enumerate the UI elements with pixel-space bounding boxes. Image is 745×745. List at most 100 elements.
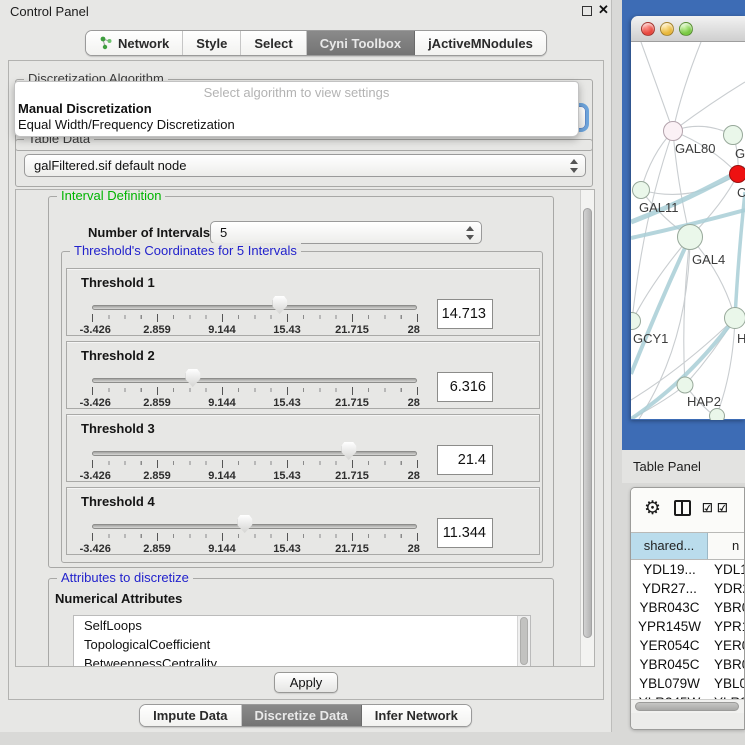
table-toolbar: ⚙ ☑ ☑ xyxy=(631,488,744,532)
attributes-group: Attributes to discretize Numerical Attri… xyxy=(48,578,554,667)
list-item[interactable]: BetweennessCentrality xyxy=(74,654,530,667)
network-icon xyxy=(99,36,113,50)
cell-shared-name[interactable]: YPR145W xyxy=(631,617,708,636)
numerical-attributes-list[interactable]: SelfLoops TopologicalCoefficient Between… xyxy=(73,615,531,667)
threshold-1-value-field[interactable]: 14.713 xyxy=(437,299,493,329)
float-window-icon[interactable] xyxy=(582,6,592,16)
table-footer xyxy=(631,713,744,729)
node-hap2[interactable] xyxy=(677,377,694,394)
cell-shared-name[interactable]: YBR043C xyxy=(631,598,708,617)
settings-scrollbar-thumb[interactable] xyxy=(583,208,592,638)
node-gal80[interactable] xyxy=(663,121,683,141)
tab-impute-data[interactable]: Impute Data xyxy=(140,705,241,726)
slider-track[interactable] xyxy=(92,451,417,456)
table-data-value: galFiltered.sif default node xyxy=(34,158,186,173)
tick-label: 28 xyxy=(408,397,420,409)
node-right-top[interactable] xyxy=(723,125,743,145)
network-canvas[interactable]: GAL80 G. GAL11 C GAL4 GCY1 H HAP2 xyxy=(631,42,745,419)
slider-track[interactable] xyxy=(92,524,417,529)
threshold-4-slider[interactable]: -3.426 2.859 9.144 15.43 21.715 28 xyxy=(92,518,417,556)
cell-name[interactable]: YBR0 xyxy=(708,598,744,617)
tab-jactivemnodules[interactable]: jActiveMNodules xyxy=(415,31,546,55)
popup-option-manual-discretization[interactable]: Manual Discretization xyxy=(15,100,578,116)
cell-name[interactable]: YPR1 xyxy=(708,617,744,636)
slider-track[interactable] xyxy=(92,305,417,310)
cell-name[interactable]: YDR2 xyxy=(708,579,744,598)
node-bottom[interactable] xyxy=(709,408,725,420)
slider-thumb[interactable] xyxy=(237,515,252,533)
columns-icon[interactable] xyxy=(674,500,691,516)
tab-label: Discretize Data xyxy=(255,708,348,723)
table-row[interactable]: YBR045C YBR0 xyxy=(631,655,744,674)
number-of-intervals-combobox[interactable]: 5 xyxy=(210,221,482,244)
tab-style[interactable]: Style xyxy=(183,31,241,55)
slider-track[interactable] xyxy=(92,378,417,383)
checkbox-icon[interactable]: ☑ xyxy=(717,501,728,515)
zoom-traffic-light-icon[interactable] xyxy=(679,22,693,36)
cell-shared-name[interactable]: YBL079W xyxy=(631,674,708,693)
cell-name[interactable]: YBL0 xyxy=(708,674,744,693)
slider-thumb[interactable] xyxy=(341,442,356,460)
control-panel: Control Panel ✕ Network Style Select C xyxy=(0,0,612,732)
network-window-titlebar[interactable] xyxy=(631,16,745,42)
table-row[interactable]: YDR27... YDR2 xyxy=(631,579,744,598)
settings-vertical-scrollbar[interactable] xyxy=(580,190,594,666)
table-data-combobox[interactable]: galFiltered.sif default node xyxy=(24,154,586,177)
cell-shared-name[interactable]: YBR045C xyxy=(631,655,708,674)
table-panel-title: Table Panel xyxy=(633,459,701,474)
threshold-panel-2: Threshold 2 -3.426 2.859 9.144 15.43 xyxy=(66,341,540,409)
minimize-traffic-light-icon[interactable] xyxy=(660,22,674,36)
cell-shared-name[interactable]: YER054C xyxy=(631,636,708,655)
cell-shared-name[interactable]: YDR27... xyxy=(631,579,708,598)
slider-major-ticks xyxy=(92,533,418,541)
tab-infer-network[interactable]: Infer Network xyxy=(362,705,471,726)
table-row[interactable]: YPR145W YPR1 xyxy=(631,617,744,636)
cyni-toolbox-panel: Discretization Algorithm Select algorith… xyxy=(8,60,604,700)
tab-network[interactable]: Network xyxy=(86,31,183,55)
list-scrollbar[interactable] xyxy=(517,616,530,667)
numerical-attributes-label: Numerical Attributes xyxy=(55,591,182,606)
gear-icon[interactable]: ⚙ xyxy=(644,497,661,520)
slider-tick-labels: -3.426 2.859 9.144 15.43 21.715 28 xyxy=(92,397,417,410)
list-scrollbar-thumb[interactable] xyxy=(520,617,528,665)
tab-label: Impute Data xyxy=(153,708,227,723)
slider-thumb[interactable] xyxy=(272,296,287,314)
node-h[interactable] xyxy=(724,307,745,329)
table-panel-titlebar: Table Panel xyxy=(622,450,745,483)
tab-select[interactable]: Select xyxy=(241,31,306,55)
table-horizontal-scrollbar[interactable] xyxy=(631,699,744,713)
threshold-1-slider[interactable]: -3.426 2.859 9.144 15.43 21.715 28 xyxy=(92,299,417,337)
table-row[interactable]: YER054C YER0 xyxy=(631,636,744,655)
list-item[interactable]: TopologicalCoefficient xyxy=(74,635,530,654)
table-row[interactable]: YDL19... YDL1 xyxy=(631,560,744,579)
cell-name[interactable]: YBR0 xyxy=(708,655,744,674)
tab-cyni-toolbox[interactable]: Cyni Toolbox xyxy=(307,31,415,55)
node-gal4[interactable] xyxy=(677,224,703,250)
column-header-shared-name[interactable]: shared... xyxy=(631,533,708,559)
close-traffic-light-icon[interactable] xyxy=(641,22,655,36)
apply-button[interactable]: Apply xyxy=(274,672,338,693)
threshold-4-value-field[interactable]: 11.344 xyxy=(437,518,493,548)
close-icon[interactable]: ✕ xyxy=(598,2,609,18)
popup-option-equal-width[interactable]: Equal Width/Frequency Discretization xyxy=(15,116,578,132)
slider-tick-labels: -3.426 2.859 9.144 15.43 21.715 28 xyxy=(92,543,417,556)
node-selected-red[interactable] xyxy=(729,165,745,183)
node-gal11[interactable] xyxy=(632,181,650,199)
table-row[interactable]: YBL079W YBL0 xyxy=(631,674,744,693)
cell-shared-name[interactable]: YDL19... xyxy=(631,560,708,579)
checkbox-icon[interactable]: ☑ xyxy=(702,501,713,515)
threshold-2-slider[interactable]: -3.426 2.859 9.144 15.43 21.715 28 xyxy=(92,372,417,410)
threshold-3-value-field[interactable]: 21.4 xyxy=(437,445,493,475)
threshold-2-value-field[interactable]: 6.316 xyxy=(437,372,493,402)
tab-label: Cyni Toolbox xyxy=(320,36,401,51)
table-scrollbar-thumb[interactable] xyxy=(635,702,739,711)
tab-discretize-data[interactable]: Discretize Data xyxy=(242,705,362,726)
column-header-name[interactable]: n xyxy=(708,533,744,559)
table-row[interactable]: YBR043C YBR0 xyxy=(631,598,744,617)
cell-name[interactable]: YER0 xyxy=(708,636,744,655)
threshold-3-slider[interactable]: -3.426 2.859 9.144 15.43 21.715 28 xyxy=(92,445,417,483)
slider-thumb[interactable] xyxy=(185,369,200,387)
list-item[interactable]: SelfLoops xyxy=(74,616,530,635)
tab-label: Style xyxy=(196,36,227,51)
cell-name[interactable]: YDL1 xyxy=(708,560,744,579)
